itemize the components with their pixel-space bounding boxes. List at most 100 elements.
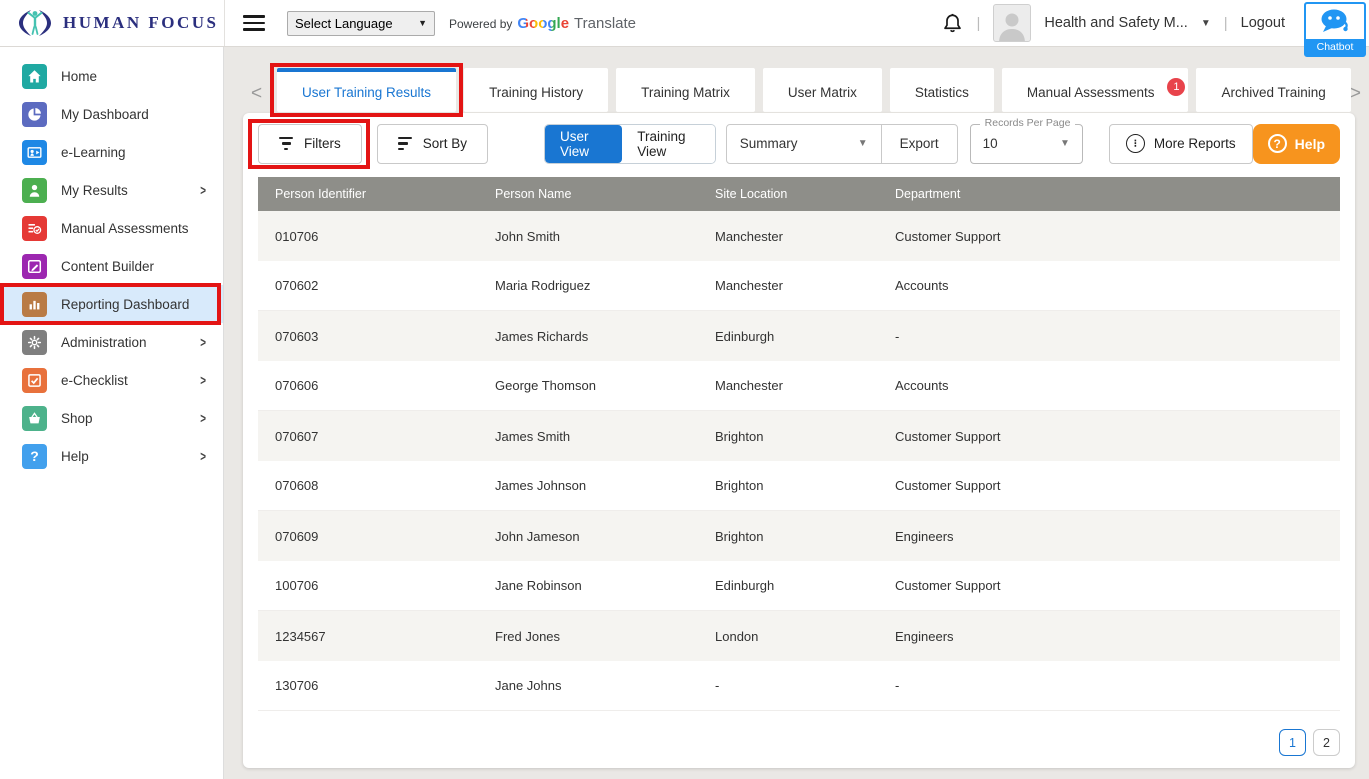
top-header: HUMAN FOCUS Select Language ▼ Powered by…: [0, 0, 1369, 47]
gear-icon: [22, 330, 47, 355]
cell-site-location: London: [698, 629, 878, 644]
tabs-scroll-right-icon[interactable]: >: [1350, 83, 1361, 105]
language-select[interactable]: Select Language ▼: [287, 11, 435, 36]
tab-label: Archived Training: [1221, 85, 1325, 100]
sidebar-item-label: My Dashboard: [61, 107, 149, 122]
avatar[interactable]: [993, 4, 1031, 42]
sidebar-item-my-results[interactable]: My Results >: [0, 171, 223, 209]
cell-person-name: James Johnson: [478, 478, 698, 493]
training-view-toggle-button[interactable]: Training View: [622, 125, 714, 163]
sidebar-item-label: Shop: [61, 411, 93, 426]
table-row[interactable]: 1234567 Fred Jones London Engineers: [258, 611, 1340, 661]
more-reports-label: More Reports: [1154, 136, 1236, 151]
records-per-page-select[interactable]: Records Per Page 10 ▼: [970, 124, 1083, 164]
tab-statistics[interactable]: Statistics: [890, 68, 994, 112]
notification-bell-icon[interactable]: [942, 12, 963, 35]
sidebar-item-e-checklist[interactable]: e-Checklist >: [0, 361, 223, 399]
tab-label: Manual Assessments: [1027, 85, 1155, 100]
tab-label: User Training Results: [302, 85, 431, 100]
checklist-search-icon: [22, 216, 47, 241]
check-square-icon: [22, 368, 47, 393]
submenu-chevron-icon: >: [200, 182, 206, 198]
tabs-scroll-left-icon[interactable]: <: [251, 83, 262, 105]
sidebar-item-reporting-dashboard[interactable]: Reporting Dashboard: [0, 285, 223, 323]
sidebar-item-administration[interactable]: Administration >: [0, 323, 223, 361]
cell-department: -: [878, 329, 1340, 344]
sidebar-item-e-learning[interactable]: e-Learning: [0, 133, 223, 171]
cell-person-identifier: 070608: [258, 478, 478, 493]
basket-icon: [22, 406, 47, 431]
tab-label: Statistics: [915, 85, 969, 100]
tab-label: User Matrix: [788, 85, 857, 100]
training-view-label: Training View: [637, 129, 699, 159]
column-header-person-identifier: Person Identifier: [258, 187, 478, 201]
sort-icon: [398, 134, 412, 153]
chatbot-button[interactable]: Chatbot: [1304, 2, 1366, 57]
sidebar-item-help[interactable]: ? Help >: [0, 437, 223, 475]
cell-site-location: -: [698, 678, 878, 693]
humanfocus-eye-logo-icon: [16, 8, 54, 38]
page-button-2[interactable]: 2: [1313, 729, 1340, 756]
cell-person-name: John Jameson: [478, 529, 698, 544]
table-row[interactable]: 010706 John Smith Manchester Customer Su…: [258, 211, 1340, 261]
help-button[interactable]: ? Help: [1253, 124, 1340, 164]
table-row[interactable]: 070608 James Johnson Brighton Customer S…: [258, 461, 1340, 511]
more-options-icon: ⁝: [1126, 134, 1145, 153]
cell-site-location: Brighton: [698, 429, 878, 444]
cell-person-identifier: 070609: [258, 529, 478, 544]
table-row[interactable]: 070609 John Jameson Brighton Engineers: [258, 511, 1340, 561]
table-row[interactable]: 130706 Jane Johns - -: [258, 661, 1340, 711]
sidebar-item-shop[interactable]: Shop >: [0, 399, 223, 437]
person-award-icon: [22, 178, 47, 203]
table-row[interactable]: 070603 James Richards Edinburgh -: [258, 311, 1340, 361]
user-menu-caret-icon[interactable]: ▼: [1201, 18, 1211, 29]
notification-count-badge: 1: [1167, 78, 1185, 96]
dashboard-pie-icon: [22, 102, 47, 127]
menu-hamburger-icon[interactable]: [243, 11, 267, 35]
cell-person-identifier: 1234567: [258, 629, 478, 644]
sidebar-item-label: Manual Assessments: [61, 221, 189, 236]
elearning-screen-icon: [22, 140, 47, 165]
more-reports-button[interactable]: ⁝ More Reports: [1109, 124, 1253, 164]
table-row[interactable]: 100706 Jane Robinson Edinburgh Customer …: [258, 561, 1340, 611]
user-menu[interactable]: Health and Safety M...: [1044, 15, 1187, 31]
cell-person-identifier: 070603: [258, 329, 478, 344]
sidebar-item-my-dashboard[interactable]: My Dashboard: [0, 95, 223, 133]
translate-label: Translate: [574, 15, 636, 32]
chevron-down-icon: ▼: [858, 138, 868, 149]
table-row[interactable]: 070607 James Smith Brighton Customer Sup…: [258, 411, 1340, 461]
cell-department: Engineers: [878, 529, 1340, 544]
tab-training-history[interactable]: Training History: [464, 68, 608, 112]
tab-label: Training History: [489, 85, 583, 100]
tab-training-matrix[interactable]: Training Matrix: [616, 68, 755, 112]
pagination: 1 2: [1279, 729, 1340, 756]
view-toggle: User View Training View: [544, 124, 716, 164]
cell-person-name: James Richards: [478, 329, 698, 344]
language-select-value: Select Language: [295, 16, 393, 31]
cell-site-location: Brighton: [698, 478, 878, 493]
export-button[interactable]: Export: [881, 125, 957, 163]
cell-site-location: Edinburgh: [698, 578, 878, 593]
page-button-1[interactable]: 1: [1279, 729, 1306, 756]
logout-link[interactable]: Logout: [1241, 15, 1285, 31]
user-view-toggle-button[interactable]: User View: [545, 125, 622, 163]
sidebar-item-content-builder[interactable]: Content Builder: [0, 247, 223, 285]
main-content: < > User Training Results Training Histo…: [225, 47, 1369, 779]
tab-user-matrix[interactable]: User Matrix: [763, 68, 882, 112]
sort-by-button[interactable]: Sort By: [377, 124, 488, 164]
help-question-icon: ?: [1268, 134, 1287, 153]
cell-person-identifier: 070607: [258, 429, 478, 444]
filters-button[interactable]: Filters: [258, 124, 362, 164]
user-training-results-table: Person Identifier Person Name Site Locat…: [258, 177, 1340, 711]
sidebar-item-home[interactable]: Home: [0, 57, 223, 95]
report-type-select[interactable]: Summary ▼: [727, 125, 881, 163]
cell-person-name: John Smith: [478, 229, 698, 244]
table-row[interactable]: 070606 George Thomson Manchester Account…: [258, 361, 1340, 411]
toolbar: Filters Sort By User View Training View …: [243, 113, 1355, 165]
cell-person-name: George Thomson: [478, 378, 698, 393]
tab-archived-training[interactable]: Archived Training: [1196, 68, 1350, 112]
tab-manual-assessments[interactable]: Manual Assessments 1: [1002, 68, 1189, 112]
table-row[interactable]: 070602 Maria Rodriguez Manchester Accoun…: [258, 261, 1340, 311]
sidebar-item-manual-assessments[interactable]: Manual Assessments: [0, 209, 223, 247]
tab-user-training-results[interactable]: User Training Results: [277, 68, 456, 112]
